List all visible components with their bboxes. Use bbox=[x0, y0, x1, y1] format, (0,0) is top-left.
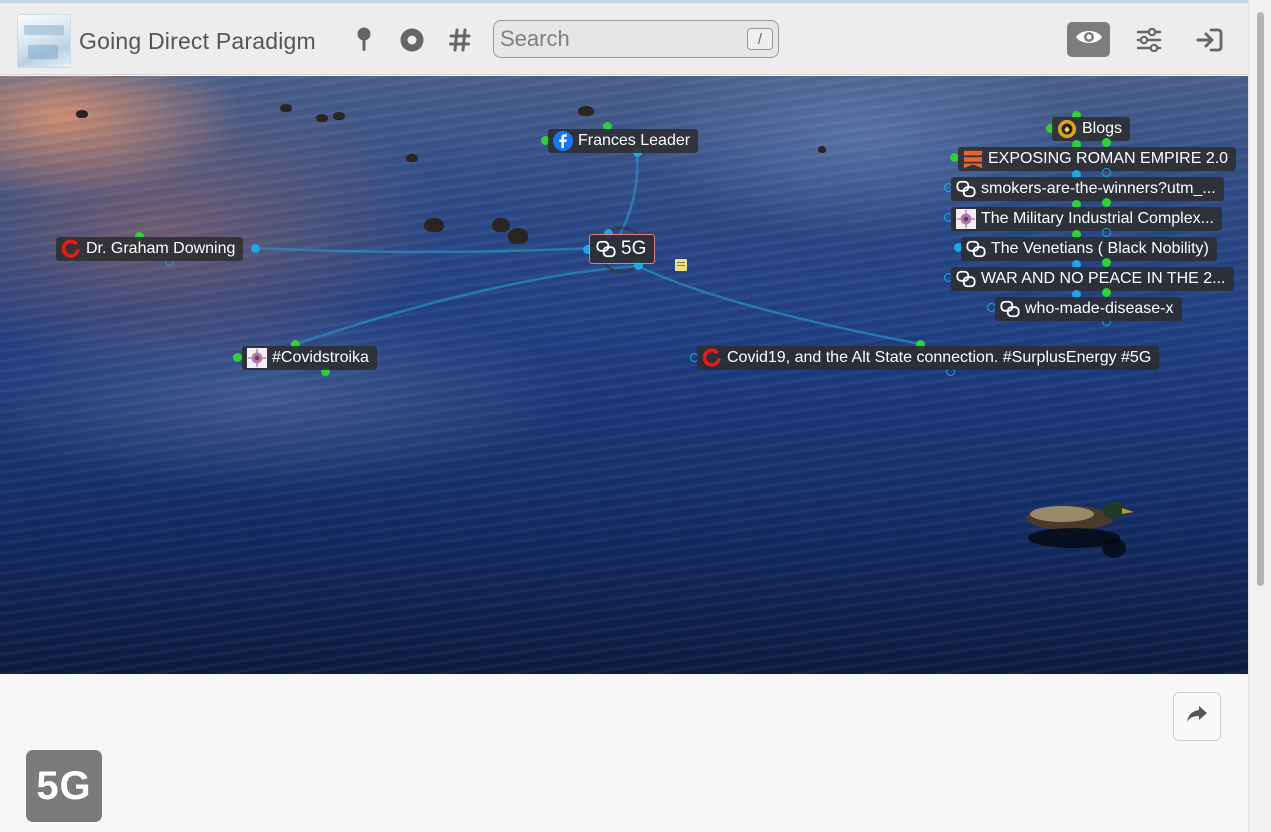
node-dr-graham-downing[interactable]: Dr. Graham Downing bbox=[56, 237, 244, 261]
tag-dot bbox=[1102, 288, 1111, 297]
blogs-emblem-icon bbox=[1057, 119, 1077, 139]
node-exposing-roman-empire[interactable]: EXPOSING ROMAN EMPIRE 2.0 bbox=[958, 147, 1237, 171]
node-center-5g[interactable]: 5G bbox=[589, 234, 656, 264]
node-blogs[interactable]: Blogs bbox=[1052, 117, 1131, 141]
tag-dot bbox=[1102, 258, 1111, 267]
image-thumbnail-icon bbox=[956, 209, 976, 229]
red-ring-icon bbox=[61, 239, 81, 259]
scrollbar[interactable] bbox=[1248, 0, 1271, 832]
red-ring-icon bbox=[702, 348, 722, 368]
link-ring bbox=[1102, 228, 1111, 237]
node-war-and-no-peace[interactable]: WAR AND NO PEACE IN THE 2... bbox=[951, 267, 1234, 291]
graph-canvas[interactable]: Frances Leader Dr. Graham Downing 5G #Co… bbox=[0, 76, 1248, 674]
share-button[interactable] bbox=[1173, 692, 1221, 741]
tag-badge: 5G bbox=[26, 750, 102, 822]
link-chain-icon bbox=[956, 179, 976, 199]
link-chain-icon bbox=[596, 239, 616, 259]
search-box[interactable]: / bbox=[493, 20, 779, 58]
node-covid19-alt-state[interactable]: Covid19, and the Alt State connection. #… bbox=[697, 346, 1160, 370]
tag-dot bbox=[1102, 198, 1111, 207]
pin-icon[interactable] bbox=[350, 25, 378, 55]
link-dot bbox=[251, 244, 260, 253]
tag-dot bbox=[233, 353, 242, 362]
note-icon[interactable] bbox=[675, 259, 687, 271]
scrollbar-thumb[interactable] bbox=[1257, 12, 1264, 586]
node-smokers-are-the-winners[interactable]: smokers-are-the-winners?utm_... bbox=[951, 177, 1224, 201]
link-ring bbox=[1102, 168, 1111, 177]
search-input[interactable] bbox=[500, 25, 740, 53]
link-chain-icon bbox=[966, 239, 986, 259]
search-shortcut-key: / bbox=[747, 28, 773, 50]
hashtag-icon[interactable] bbox=[446, 25, 474, 55]
share-arrow-icon bbox=[1185, 704, 1209, 729]
eye-button[interactable] bbox=[1067, 22, 1110, 57]
sign-in-icon[interactable] bbox=[1195, 25, 1223, 55]
circle-icon[interactable] bbox=[398, 25, 426, 55]
eye-icon bbox=[1075, 27, 1103, 52]
tag-dot bbox=[1102, 138, 1111, 147]
facebook-icon bbox=[553, 131, 573, 151]
link-chain-icon bbox=[1000, 299, 1020, 319]
ribbon-icon bbox=[963, 149, 983, 169]
sliders-icon[interactable] bbox=[1135, 25, 1163, 55]
node-military-industrial-complex[interactable]: The Military Industrial Complex... bbox=[951, 207, 1222, 231]
node-who-made-disease-x[interactable]: who-made-disease-x bbox=[995, 297, 1182, 321]
link-chain-icon bbox=[956, 269, 976, 289]
site-title[interactable]: Going Direct Paradigm bbox=[79, 28, 316, 55]
site-logo[interactable] bbox=[17, 14, 71, 68]
node-frances-leader[interactable]: Frances Leader bbox=[548, 129, 699, 153]
image-thumbnail-icon bbox=[247, 348, 267, 368]
node-covidstroika[interactable]: #Covidstroika bbox=[242, 346, 377, 370]
header: Going Direct Paradigm / bbox=[0, 3, 1248, 75]
node-the-venetians[interactable]: The Venetians ( Black Nobility) bbox=[961, 237, 1217, 261]
